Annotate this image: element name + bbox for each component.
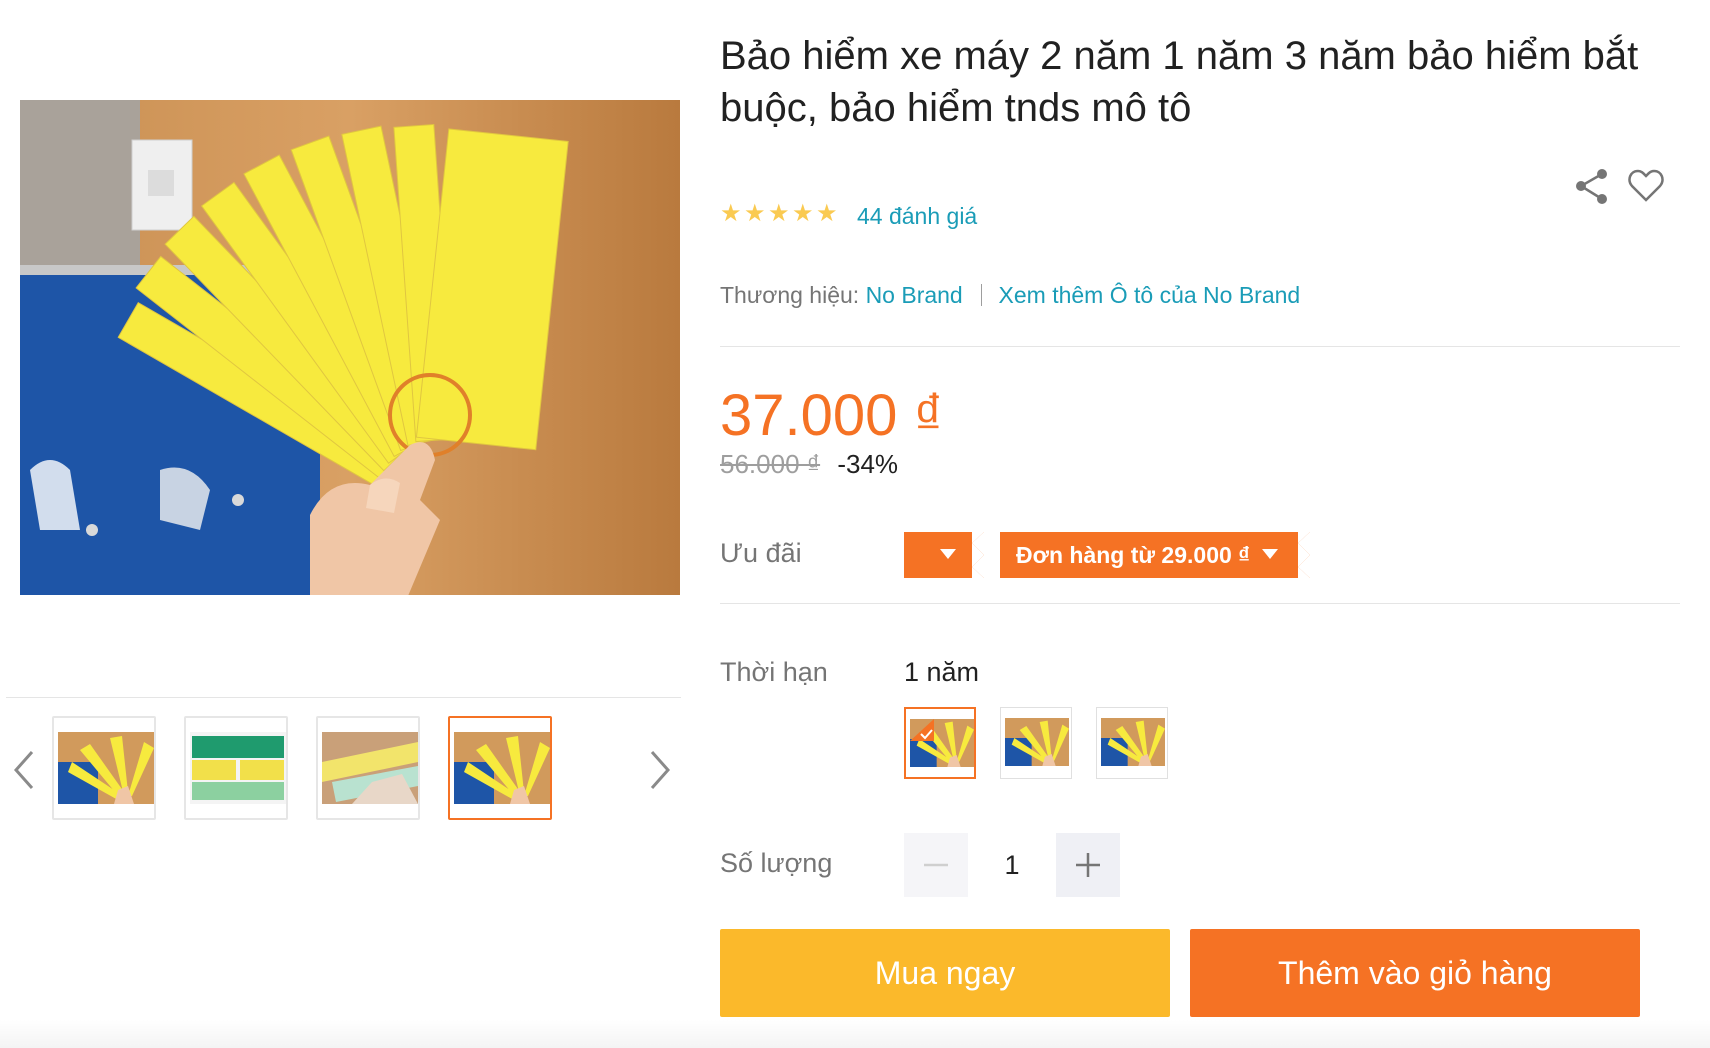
variant-option-2[interactable]	[1000, 707, 1072, 779]
variant-option-3[interactable]	[1096, 707, 1168, 779]
brand-row: Thương hiệu: No Brand Xem thêm Ô tô của …	[720, 282, 1300, 309]
original-price-row: 56.000 ₫ -34%	[720, 449, 898, 480]
rating-count-link[interactable]: 44 đánh giá	[857, 203, 977, 230]
promotion-dropdown[interactable]	[904, 532, 984, 578]
caret-down-icon	[1262, 549, 1278, 559]
star-icon: ★	[744, 200, 766, 227]
product-gallery	[0, 0, 690, 1048]
thumbnail-strip	[0, 716, 690, 822]
minus-icon	[924, 863, 948, 867]
quantity-label: Số lượng	[720, 848, 833, 878]
chevron-left-icon[interactable]	[4, 746, 44, 794]
checkmark-icon	[910, 719, 934, 741]
main-product-image[interactable]	[20, 100, 680, 595]
original-price: 56.000 ₫	[720, 449, 821, 479]
heart-outline-icon[interactable]	[1626, 166, 1666, 206]
plus-icon	[1076, 853, 1100, 877]
section-divider	[720, 346, 1680, 347]
brand-link[interactable]: No Brand	[866, 282, 963, 308]
current-price: 37.000 ₫	[720, 383, 944, 448]
brand-label: Thương hiệu:	[720, 282, 860, 308]
gallery-divider	[6, 697, 681, 698]
caret-down-icon	[940, 549, 956, 559]
add-to-cart-button[interactable]: Thêm vào giỏ hàng	[1190, 929, 1640, 1017]
star-icon: ★	[720, 200, 742, 227]
quantity-decrease-button[interactable]	[904, 833, 968, 897]
star-icon: ★	[792, 200, 814, 227]
section-divider	[720, 603, 1680, 604]
promotion-label: Ưu đãi	[720, 538, 802, 568]
discount-percent: -34%	[837, 449, 899, 479]
star-icon: ★	[768, 200, 790, 227]
quantity-increase-button[interactable]	[1056, 833, 1120, 897]
thumbnail-3[interactable]	[316, 716, 420, 820]
ticket-edge	[960, 532, 984, 578]
star-icon: ★	[816, 200, 838, 227]
thumbnail-4[interactable]	[448, 716, 552, 820]
variant-label: Thời hạn	[720, 657, 828, 687]
page-bottom-fade	[0, 1020, 1710, 1048]
product-title: Bảo hiểm xe máy 2 năm 1 năm 3 năm bảo hi…	[720, 34, 1639, 130]
product-action-icons	[1568, 166, 1678, 206]
variant-option-1[interactable]	[904, 707, 976, 779]
quantity-value[interactable]: 1	[968, 833, 1056, 897]
brand-more-link[interactable]: Xem thêm Ô tô của No Brand	[999, 282, 1301, 308]
brand-separator	[981, 284, 983, 306]
thumbnail-2[interactable]	[184, 716, 288, 820]
buy-now-button[interactable]: Mua ngay	[720, 929, 1170, 1017]
rating-stars: ★ ★ ★ ★ ★	[720, 200, 842, 227]
variant-selected-value: 1 năm	[904, 657, 980, 687]
chevron-right-icon[interactable]	[640, 746, 680, 794]
voucher-dropdown[interactable]: Đơn hàng từ 29.000 ₫	[1000, 532, 1310, 578]
product-info-panel: Bảo hiểm xe máy 2 năm 1 năm 3 năm bảo hi…	[720, 0, 1680, 1048]
voucher-text: Đơn hàng từ 29.000 ₫	[1016, 542, 1250, 568]
share-icon[interactable]	[1572, 166, 1612, 206]
ticket-edge	[1286, 532, 1310, 578]
thumbnail-1[interactable]	[52, 716, 156, 820]
